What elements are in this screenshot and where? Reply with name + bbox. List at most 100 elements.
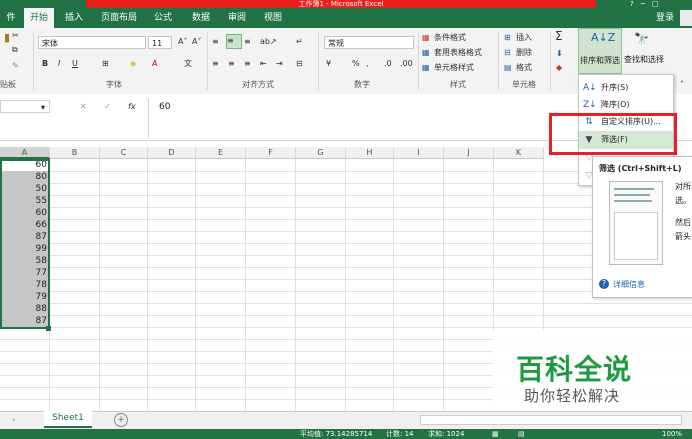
- number-format-select[interactable]: 常规: [324, 36, 414, 49]
- collapse-ribbon-icon[interactable]: ˄: [680, 80, 684, 89]
- menu-item-sort-ascending[interactable]: A↓ 升序(S): [579, 79, 673, 97]
- help-icon: ?: [599, 279, 609, 289]
- accounting-icon[interactable]: ¥: [326, 58, 331, 70]
- tab-view[interactable]: 视图: [258, 8, 288, 28]
- align-middle-icon[interactable]: ≡: [226, 34, 242, 49]
- sort-descending-icon: Z↓: [583, 100, 597, 110]
- insert-cells-icon[interactable]: ⊞: [504, 32, 511, 44]
- column-header-b[interactable]: B: [50, 147, 100, 159]
- align-top-icon[interactable]: ≡: [212, 36, 219, 48]
- cell-styles-icon[interactable]: ▦: [422, 62, 430, 74]
- confirm-entry-icon[interactable]: ✓: [104, 101, 111, 113]
- column-header-k[interactable]: K: [494, 147, 544, 159]
- phonetic-icon[interactable]: 文: [184, 58, 192, 70]
- table-format-icon[interactable]: ▦: [422, 47, 430, 59]
- add-sheet-button[interactable]: +: [114, 413, 128, 427]
- percent-button[interactable]: %: [352, 58, 360, 70]
- column-header-j[interactable]: J: [444, 147, 494, 159]
- font-color-icon[interactable]: A: [152, 58, 157, 70]
- align-left-icon[interactable]: ≡: [212, 58, 219, 70]
- tooltip-text-3: 然后: [675, 218, 691, 227]
- zoom-level[interactable]: 100%: [662, 429, 682, 439]
- formula-input[interactable]: 60: [148, 98, 579, 138]
- conditional-format-button[interactable]: 条件格式: [434, 32, 466, 44]
- tooltip-more-link[interactable]: 详细信息: [613, 279, 645, 290]
- format-painter-icon[interactable]: ✎: [12, 60, 19, 72]
- bold-button[interactable]: B: [42, 58, 48, 70]
- font-size-select[interactable]: 11: [148, 36, 172, 49]
- tooltip-text-1: 对所: [675, 182, 691, 191]
- find-select-button[interactable]: 查找和选择: [624, 54, 664, 65]
- align-bottom-icon[interactable]: ≡: [244, 36, 251, 48]
- column-header-i[interactable]: I: [394, 147, 444, 159]
- decrease-decimal-icon[interactable]: .00: [400, 58, 413, 70]
- column-header-d[interactable]: D: [148, 147, 196, 159]
- page-layout-view-icon[interactable]: ▤: [518, 429, 525, 439]
- sheet-tab-sheet1[interactable]: Sheet1: [44, 411, 92, 428]
- insert-cells-button[interactable]: 插入: [516, 32, 532, 44]
- align-right-icon[interactable]: ≡: [244, 58, 251, 70]
- paste-icon[interactable]: ▮: [4, 32, 10, 44]
- conditional-format-icon[interactable]: ▦: [422, 32, 430, 44]
- shrink-font-icon[interactable]: A˅: [192, 36, 201, 48]
- window-controls[interactable]: ? ─ □: [630, 0, 690, 8]
- wrap-text-icon[interactable]: ↵: [296, 36, 303, 48]
- border-icon[interactable]: ⊞: [102, 58, 109, 70]
- grid-column-line: [147, 159, 148, 411]
- underline-button[interactable]: U: [72, 58, 78, 70]
- styles-group-label: 样式: [450, 80, 466, 89]
- grow-font-icon[interactable]: A˄: [178, 36, 187, 48]
- tab-page-layout[interactable]: 页面布局: [96, 8, 142, 28]
- format-cells-button[interactable]: 格式: [516, 62, 532, 74]
- delete-cells-icon[interactable]: ⊟: [504, 47, 511, 59]
- column-header-c[interactable]: C: [100, 147, 148, 159]
- fill-color-icon[interactable]: ◈: [130, 58, 136, 70]
- table-format-button[interactable]: 套用表格格式: [434, 47, 482, 59]
- column-header-h[interactable]: H: [346, 147, 394, 159]
- sort-filter-button[interactable]: A↓Z 排序和筛选: [578, 28, 622, 74]
- orientation-icon[interactable]: ab↗: [260, 36, 277, 48]
- tab-data[interactable]: 数据: [186, 8, 216, 28]
- tab-file[interactable]: 件: [0, 8, 22, 28]
- grid-row-line: [0, 219, 692, 220]
- increase-indent-icon[interactable]: ⇥: [276, 58, 283, 70]
- user-avatar[interactable]: [680, 10, 692, 26]
- selection-border: [0, 159, 50, 329]
- column-header-a[interactable]: A: [0, 147, 50, 159]
- login-link[interactable]: 登录: [652, 8, 678, 28]
- column-header-e[interactable]: E: [196, 147, 246, 159]
- column-header-f[interactable]: F: [246, 147, 296, 159]
- insert-function-button[interactable]: fx: [128, 101, 136, 113]
- name-box[interactable]: ▾: [0, 100, 50, 113]
- grid-column-line: [99, 159, 100, 411]
- italic-button[interactable]: I: [58, 58, 60, 70]
- autosum-button[interactable]: Σ: [555, 30, 563, 42]
- horizontal-scrollbar[interactable]: [420, 415, 682, 425]
- cancel-entry-icon[interactable]: ✕: [80, 101, 87, 113]
- cell-styles-button[interactable]: 单元格样式: [434, 62, 474, 74]
- tab-home[interactable]: 开始: [24, 8, 54, 28]
- normal-view-icon[interactable]: ▦: [492, 429, 499, 439]
- status-count: 计数: 14: [386, 430, 414, 438]
- merge-cells-icon[interactable]: ⊟: [296, 58, 303, 70]
- binoculars-icon: 🔭: [634, 32, 649, 46]
- fill-handle[interactable]: [46, 326, 51, 331]
- tab-formulas[interactable]: 公式: [148, 8, 178, 28]
- format-cells-icon[interactable]: ▤: [504, 62, 512, 74]
- column-header-g[interactable]: G: [296, 147, 346, 159]
- comma-button[interactable]: ,: [366, 58, 369, 70]
- menu-item-sort-descending[interactable]: Z↓ 降序(O): [579, 96, 673, 114]
- cut-icon[interactable]: ✂: [12, 30, 19, 42]
- tab-review[interactable]: 审阅: [222, 8, 252, 28]
- font-name-select[interactable]: 宋体: [38, 36, 146, 49]
- watermark-subtitle: 助你轻松解决: [524, 387, 621, 405]
- tab-insert[interactable]: 插入: [60, 8, 88, 28]
- align-center-icon[interactable]: ≡: [228, 58, 235, 70]
- sheet-scroll-icon[interactable]: ›: [12, 415, 15, 424]
- fill-icon[interactable]: ⬇: [556, 48, 563, 60]
- decrease-indent-icon[interactable]: ⇤: [260, 58, 267, 70]
- increase-decimal-icon[interactable]: .0: [384, 58, 392, 70]
- copy-icon[interactable]: ⧉: [12, 44, 18, 56]
- delete-cells-button[interactable]: 删除: [516, 47, 532, 59]
- clear-icon[interactable]: ◆: [556, 62, 562, 74]
